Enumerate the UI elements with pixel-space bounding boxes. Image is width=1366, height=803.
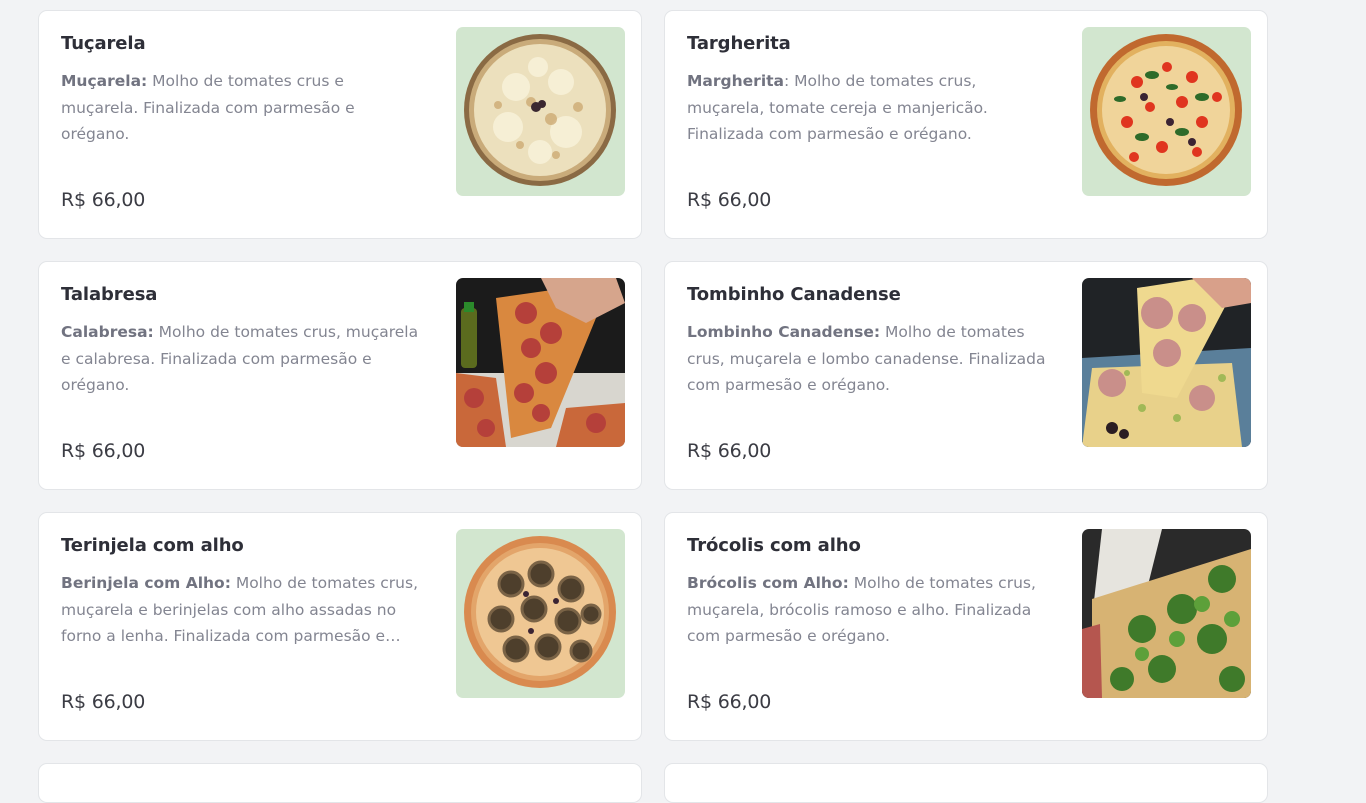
- menu-item-text: Trócolis com alho Brócolis com Alho: Mol…: [687, 535, 1049, 650]
- menu-item-description: Berinjela com Alho: Molho de tomates cru…: [61, 570, 423, 650]
- pizza-mucarela-image[interactable]: [456, 27, 625, 196]
- pizza-margherita-image[interactable]: [1082, 27, 1251, 196]
- menu-item-title: Targherita: [687, 33, 791, 54]
- pizza-calabresa-photo[interactable]: [456, 278, 625, 447]
- menu-item-text: Targherita Margherita: Molho de tomates …: [687, 33, 1049, 148]
- menu-item-text: Tombinho Canadense Lombinho Canadense: M…: [687, 284, 1049, 399]
- menu-item-price: R$ 66,00: [687, 691, 772, 713]
- menu-item-price: R$ 66,00: [61, 189, 146, 211]
- menu-item-price: R$ 66,00: [687, 189, 772, 211]
- menu-item-highlight: Calabresa:: [61, 323, 154, 341]
- menu-item-highlight: Berinjela com Alho:: [61, 574, 231, 592]
- menu-item-title: Tuçarela: [61, 33, 146, 54]
- menu-item-description: Margherita: Molho de tomates crus, muçar…: [687, 68, 1049, 148]
- menu-item-description: Muçarela: Molho de tomates crus e muçare…: [61, 68, 423, 148]
- menu-grid: Tuçarela Muçarela: Molho de tomates crus…: [38, 10, 1268, 803]
- menu-item-description: Calabresa: Molho de tomates crus, muçare…: [61, 319, 423, 399]
- menu-item-price: R$ 66,00: [687, 440, 772, 462]
- menu-item-text: Tuçarela Muçarela: Molho de tomates crus…: [61, 33, 423, 148]
- pizza-brocolis-photo[interactable]: [1082, 529, 1251, 698]
- menu-item-card[interactable]: Terinjela com alho Berinjela com Alho: M…: [38, 512, 642, 741]
- menu-item-card[interactable]: Talabresa Calabresa: Molho de tomates cr…: [38, 261, 642, 490]
- menu-item-description: Brócolis com Alho: Molho de tomates crus…: [687, 570, 1049, 650]
- menu-item-card[interactable]: Tuçarela Muçarela: Molho de tomates crus…: [38, 10, 642, 239]
- menu-item-highlight: Muçarela:: [61, 72, 148, 90]
- menu-item-highlight: Margherita: [687, 72, 784, 90]
- menu-item-highlight: Brócolis com Alho:: [687, 574, 849, 592]
- menu-item-title: Trócolis com alho: [687, 535, 861, 556]
- menu-item-card-partial[interactable]: [38, 763, 642, 803]
- pizza-berinjela-image[interactable]: [456, 529, 625, 698]
- menu-item-card-partial[interactable]: [664, 763, 1268, 803]
- menu-item-card[interactable]: Targherita Margherita: Molho de tomates …: [664, 10, 1268, 239]
- menu-item-card[interactable]: Tombinho Canadense Lombinho Canadense: M…: [664, 261, 1268, 490]
- menu-item-price: R$ 66,00: [61, 691, 146, 713]
- menu-item-title: Tombinho Canadense: [687, 284, 901, 305]
- menu-item-text: Talabresa Calabresa: Molho de tomates cr…: [61, 284, 423, 399]
- menu-item-price: R$ 66,00: [61, 440, 146, 462]
- menu-item-description: Lombinho Canadense: Molho de tomates cru…: [687, 319, 1049, 399]
- menu-item-text: Terinjela com alho Berinjela com Alho: M…: [61, 535, 423, 650]
- menu-item-title: Talabresa: [61, 284, 158, 305]
- menu-item-highlight: Lombinho Canadense:: [687, 323, 881, 341]
- menu-item-title: Terinjela com alho: [61, 535, 244, 556]
- pizza-lombinho-photo[interactable]: [1082, 278, 1251, 447]
- menu-item-card[interactable]: Trócolis com alho Brócolis com Alho: Mol…: [664, 512, 1268, 741]
